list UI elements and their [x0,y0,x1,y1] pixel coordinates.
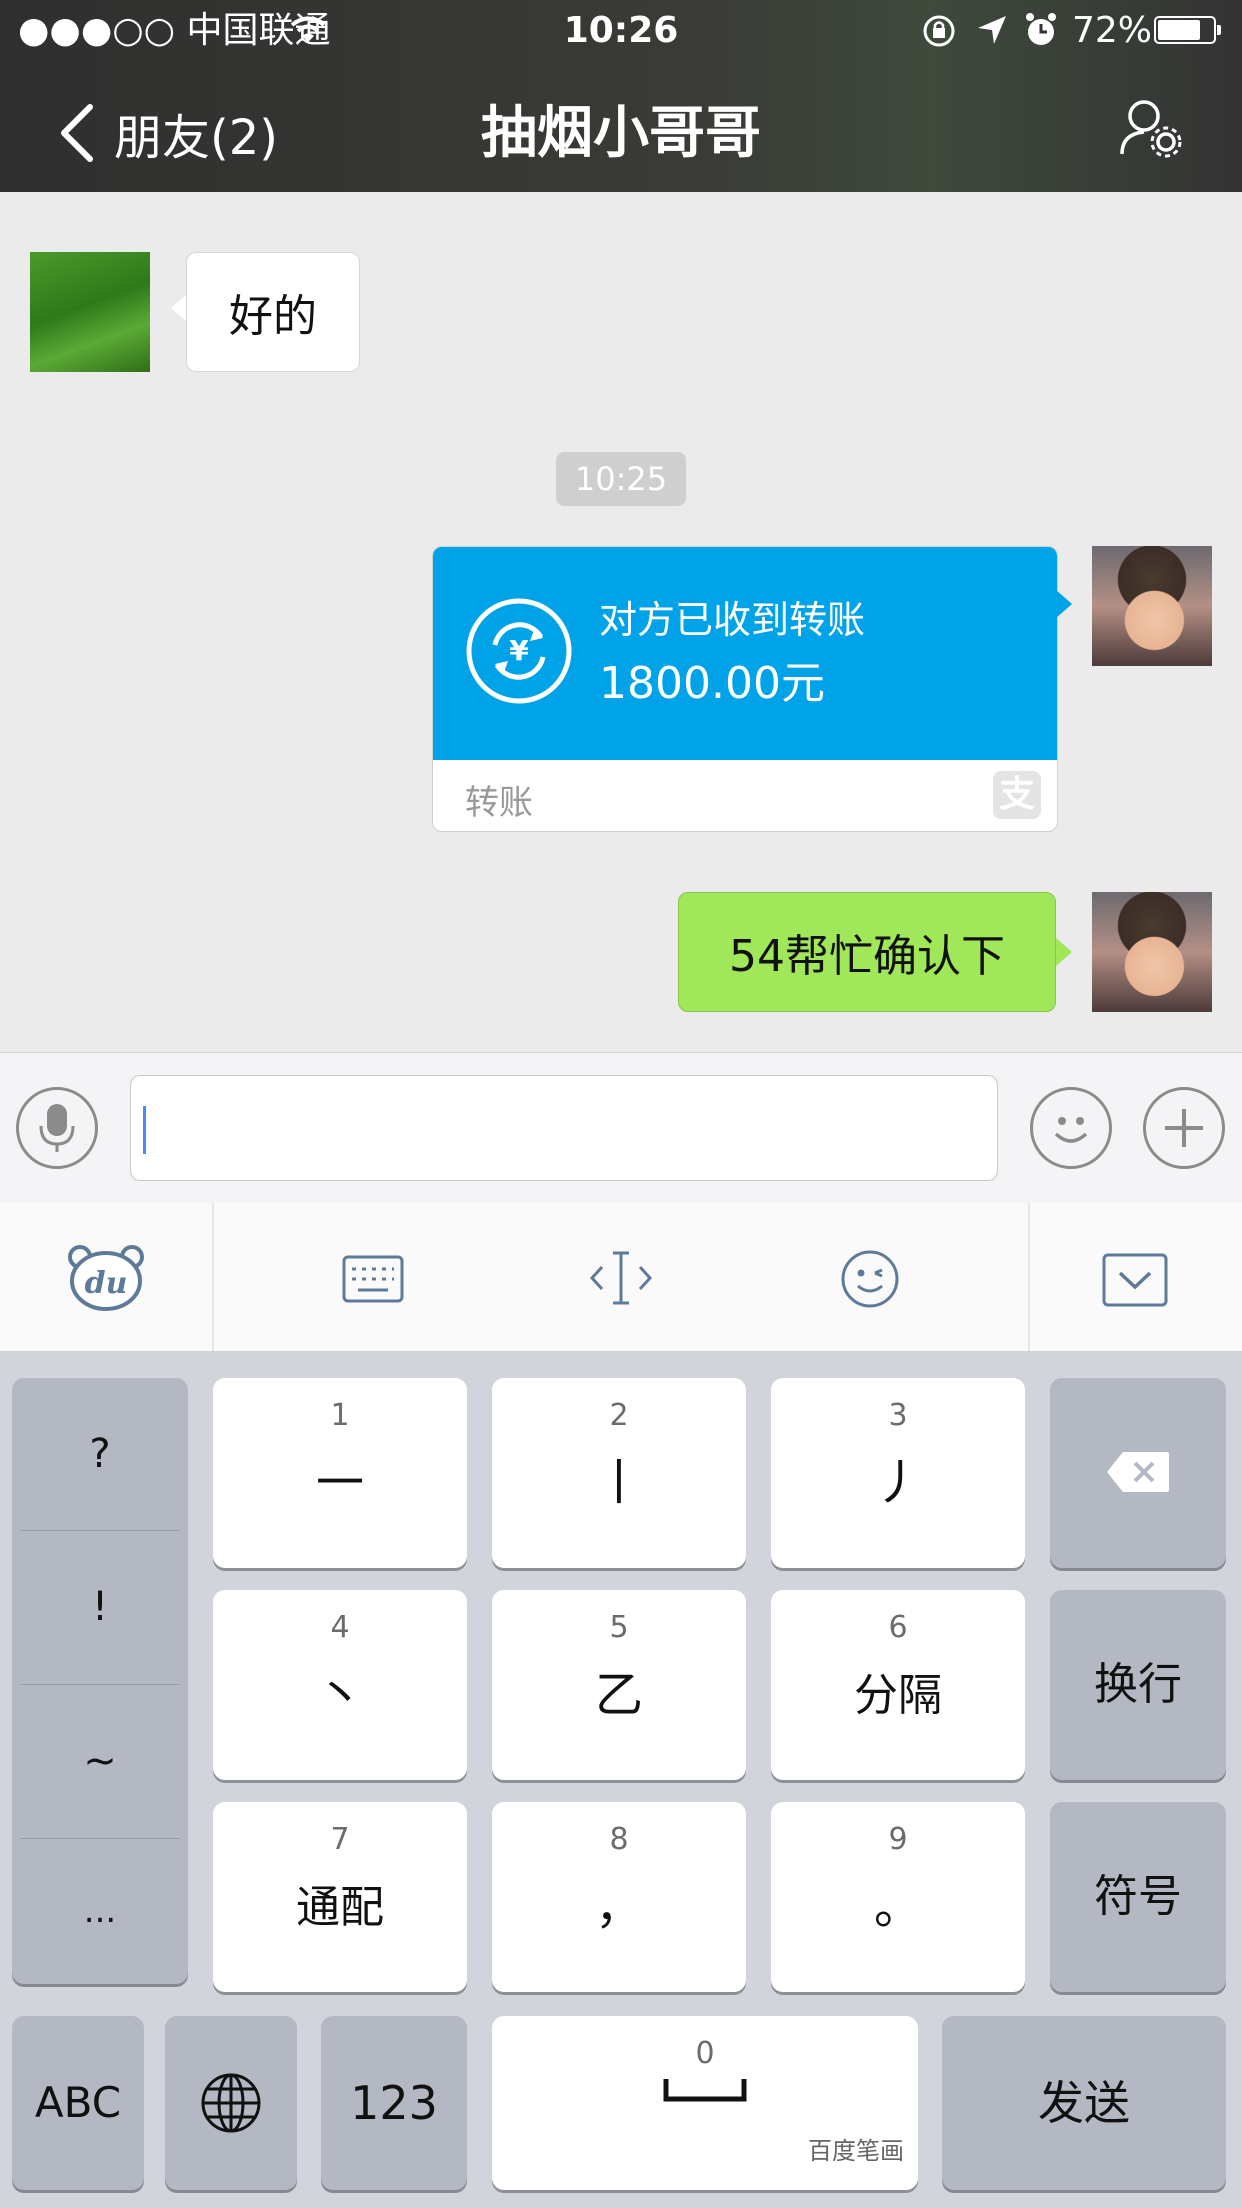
input-bar [0,1052,1242,1204]
space-hint: 百度笔画 [808,2137,904,2165]
backspace-icon [1107,1452,1169,1492]
punct-ellipsis[interactable]: ... [12,1839,188,1984]
globe-key[interactable] [165,2016,297,2190]
alarm-icon [1026,13,1056,45]
punct-question[interactable]: ? [12,1378,188,1530]
outgoing-message[interactable]: 54帮忙确认下 [678,892,1056,1012]
key-label: 丶 [315,1667,364,1723]
smiley-icon [1054,1117,1088,1143]
abc-key[interactable]: ABC [12,2016,144,2190]
battery-percent: 72% [1072,10,1153,51]
key-stroke-4[interactable]: 4 丶 [213,1590,467,1780]
key-label: 丿 [873,1455,922,1511]
contact-settings-icon[interactable] [1118,96,1184,160]
location-icon [978,16,1006,44]
key-label: 分隔 [854,1670,942,1721]
space-key[interactable]: 0 百度笔画 [492,2016,918,2190]
key-stroke-1[interactable]: 1 一 [213,1378,467,1568]
transfer-card[interactable]: ¥ 对方已收到转账 1800.00元 转账 支 [432,546,1058,832]
send-key[interactable]: 发送 [942,2016,1226,2190]
bubble-tail [171,294,187,322]
transfer-amount: 1800.00元 [599,658,825,709]
key-number: 8 [609,1822,629,1857]
baidu-bear-icon[interactable]: du [66,1243,146,1313]
page-title: 抽烟小哥哥 [481,101,761,166]
hide-keyboard-icon[interactable] [1102,1253,1168,1307]
incoming-message[interactable]: 好的 [186,252,360,372]
toolbar-divider [1028,1203,1030,1351]
space-bar-icon [663,2079,747,2102]
transfer-exchange-icon: ¥ [466,598,572,704]
globe-icon [201,2073,261,2133]
voice-button[interactable] [16,1087,98,1169]
my-avatar[interactable] [1092,892,1212,1012]
emoji-keyboard-icon[interactable] [840,1249,900,1309]
battery-icon [1154,16,1221,44]
key-separator[interactable]: 6 分隔 [771,1590,1025,1780]
key-stroke-5[interactable]: 5 乙 [492,1590,746,1780]
top-bar: ●●●○○ 中国联通 10:26 72% 朋友(2) 抽烟小哥哥 [0,0,1242,192]
key-number: 0 [695,2036,715,2071]
key-stroke-2[interactable]: 2 丨 [492,1378,746,1568]
message-input[interactable] [130,1075,998,1181]
outgoing-message-text: 54帮忙确认下 [729,931,1005,982]
chat-area[interactable]: 好的 10:25 ¥ 对方已收到转账 1800.00元 转账 支 54帮忙确认下 [0,192,1242,1052]
key-label: 一 [315,1455,364,1511]
my-avatar[interactable] [1092,546,1212,666]
key-label: 。 [873,1879,922,1935]
keyboard-toolbar: du [0,1203,1242,1352]
key-label: 通配 [296,1882,384,1933]
alipay-logo-icon: 支 [993,771,1041,819]
punct-tilde[interactable]: ~ [12,1685,188,1837]
message-timestamp: 10:25 [556,452,686,506]
punct-exclaim[interactable]: ! [12,1531,188,1683]
key-number: 2 [609,1398,629,1433]
keyboard-icon[interactable] [342,1255,404,1303]
contact-avatar[interactable] [30,252,150,372]
enter-key[interactable]: 换行 [1050,1590,1226,1780]
key-number: 6 [888,1610,908,1645]
key-label: 乙 [594,1667,643,1723]
transfer-footer-label: 转账 [465,783,533,823]
incoming-message-text: 好的 [229,291,317,342]
delete-key[interactable] [1050,1378,1226,1568]
numeric-key[interactable]: 123 [321,2016,467,2190]
key-comma[interactable]: 8 ， [492,1802,746,1992]
keyboard: ? ! ~ ... 1 一 2 丨 3 丿 4 丶 5 乙 6 分隔 换行 7 … [0,1352,1242,2208]
transfer-status: 对方已收到转账 [599,598,866,642]
key-wildcard[interactable]: 7 通配 [213,1802,467,1992]
rotation-lock-icon [923,15,955,47]
cursor-move-icon[interactable] [588,1249,654,1307]
microphone-icon [39,1104,75,1152]
key-label: 丨 [594,1455,643,1511]
key-number: 4 [330,1610,350,1645]
key-period[interactable]: 9 。 [771,1802,1025,1992]
key-number: 1 [330,1398,350,1433]
key-number: 7 [330,1822,350,1857]
punctuation-panel[interactable]: ? ! ~ ... [12,1378,188,1984]
more-button[interactable] [1143,1087,1225,1169]
key-stroke-3[interactable]: 3 丿 [771,1378,1025,1568]
key-number: 3 [888,1398,908,1433]
svg-text:¥: ¥ [509,634,529,667]
key-number: 5 [609,1610,629,1645]
text-caret [143,1106,146,1154]
svg-text:du: du [85,1266,128,1301]
transfer-tail [1056,590,1072,618]
toolbar-divider [212,1203,214,1351]
emoji-button[interactable] [1030,1087,1112,1169]
outgoing-tail [1056,938,1072,966]
symbol-key[interactable]: 符号 [1050,1802,1226,1992]
key-label: ， [594,1879,643,1935]
plus-icon [1165,1109,1203,1147]
key-number: 9 [888,1822,908,1857]
